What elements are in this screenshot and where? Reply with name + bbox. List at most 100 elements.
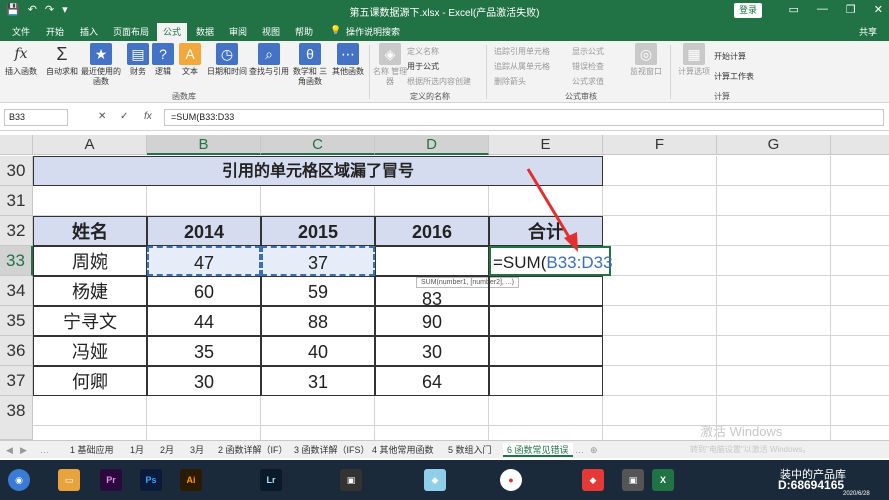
add-sheet-icon[interactable]: ⊕	[590, 443, 598, 457]
select-all-corner[interactable]	[0, 135, 33, 155]
table-cell[interactable]: 44	[147, 306, 261, 336]
lightroom-icon[interactable]: Lr	[260, 469, 282, 491]
tab-file[interactable]: 文件	[12, 25, 30, 38]
film-icon[interactable]: ▣	[340, 469, 362, 491]
table-cell[interactable]: 30	[147, 366, 261, 396]
tab-view[interactable]: 视图	[262, 25, 280, 38]
sheet-tab[interactable]: 2月	[160, 443, 174, 457]
table-cell[interactable]	[489, 306, 603, 336]
define-name-button[interactable]: 定义名称	[407, 46, 439, 57]
table-cell[interactable]: 37	[261, 246, 375, 276]
create-from-selection-button[interactable]: 根据所选内容创建	[407, 76, 471, 87]
table-cell[interactable]	[489, 276, 603, 306]
share-button[interactable]: 共享	[859, 25, 877, 38]
sheet-tab[interactable]: 3月	[190, 443, 204, 457]
name-box[interactable]: B33	[4, 109, 68, 126]
column-header[interactable]: F	[603, 135, 717, 155]
row-header[interactable]: 30	[0, 156, 33, 186]
sheet-tab[interactable]: 5 数组入门	[448, 443, 492, 457]
table-cell[interactable]	[489, 336, 603, 366]
table-cell[interactable]: 88	[261, 306, 375, 336]
name-manager-button[interactable]: ◈ 名称 管理器	[372, 43, 408, 87]
cancel-icon[interactable]: ✕	[98, 111, 106, 122]
use-in-formula-button[interactable]: 用于公式	[407, 61, 439, 72]
row-header[interactable]: 34	[0, 276, 33, 306]
column-header[interactable]: B	[147, 135, 261, 155]
header-cell[interactable]: 2014	[147, 216, 261, 246]
row-header[interactable]: 36	[0, 336, 33, 366]
sheet-tab-active[interactable]: 6 函数常见错误	[503, 443, 573, 457]
tab-formulas[interactable]: 公式	[157, 23, 188, 41]
watch-window-button[interactable]: ◎ 监视窗口	[626, 43, 666, 77]
photoshop-icon[interactable]: Ps	[140, 469, 162, 491]
table-cell[interactable]: 冯娅	[33, 336, 147, 366]
tab-insert[interactable]: 插入	[80, 25, 98, 38]
table-cell[interactable]: 90	[375, 306, 489, 336]
app-icon[interactable]: ▣	[622, 469, 644, 491]
formula-input[interactable]: =SUM(B33:D33	[164, 109, 884, 126]
sheet-tab[interactable]: 4 其他常用函数	[372, 443, 434, 457]
table-cell[interactable]: 31	[261, 366, 375, 396]
column-header[interactable]: A	[33, 135, 147, 155]
header-cell[interactable]: 2015	[261, 216, 375, 246]
calc-sheet-button[interactable]: 计算工作表	[714, 71, 754, 82]
column-header[interactable]: G	[717, 135, 831, 155]
trace-precedents-button[interactable]: 追踪引用单元格	[494, 46, 550, 57]
show-formulas-button[interactable]: 显示公式	[572, 46, 604, 57]
more-sheets-icon[interactable]: …	[40, 443, 49, 457]
table-cell[interactable]	[375, 246, 489, 276]
table-cell[interactable]: 周婉	[33, 246, 147, 276]
header-cell[interactable]: 姓名	[33, 216, 147, 246]
column-header[interactable]: D	[375, 135, 489, 155]
table-cell[interactable]: 64	[375, 366, 489, 396]
column-header[interactable]: C	[261, 135, 375, 155]
row-header[interactable]: 32	[0, 216, 33, 246]
tab-help[interactable]: 帮助	[295, 25, 313, 38]
tab-home[interactable]: 开始	[46, 25, 64, 38]
evaluate-formula-button[interactable]: 公式求值	[572, 76, 604, 87]
column-header[interactable]: E	[489, 135, 603, 155]
table-cell[interactable]	[489, 366, 603, 396]
table-cell[interactable]: 83	[375, 276, 489, 306]
start-icon[interactable]: ◉	[8, 469, 30, 491]
text-button[interactable]: A 文本	[172, 43, 208, 77]
insert-function-button[interactable]: fx 插入函数	[3, 43, 39, 77]
table-title-cell[interactable]: 引用的单元格区域漏了冒号	[33, 156, 603, 186]
sheet-tab[interactable]: 1 基础应用	[70, 443, 114, 457]
minimize-icon[interactable]: —	[817, 3, 828, 16]
ribbon-display-icon[interactable]: ▭	[789, 3, 799, 16]
app-icon[interactable]: ◆	[582, 469, 604, 491]
math-button[interactable]: θ 数学和 三角函数	[290, 43, 330, 87]
more-functions-button[interactable]: ⋯ 其他函数	[328, 43, 368, 77]
next-sheet-icon[interactable]: ▶	[20, 443, 27, 457]
login-button[interactable]: 登录	[734, 3, 762, 18]
calc-options-button[interactable]: ▦ 计算选项	[674, 43, 714, 77]
restore-icon[interactable]: ❐	[846, 3, 856, 16]
calc-now-button[interactable]: 开始计算	[714, 51, 746, 62]
table-cell[interactable]: 60	[147, 276, 261, 306]
prev-sheet-icon[interactable]: ◀	[6, 443, 13, 457]
sheet-tab[interactable]: 2 函数详解（IF）	[218, 443, 288, 457]
table-cell[interactable]: 宁寻文	[33, 306, 147, 336]
tell-me-search[interactable]: 操作说明搜索	[346, 25, 400, 38]
illustrator-icon[interactable]: Ai	[180, 469, 202, 491]
lookup-button[interactable]: ⌕ 查找与引用	[248, 43, 290, 77]
premiere-icon[interactable]: Pr	[100, 469, 122, 491]
autosum-button[interactable]: Σ 自动求和	[44, 43, 80, 77]
folder-icon[interactable]: ▭	[58, 469, 80, 491]
tab-page-layout[interactable]: 页面布局	[113, 25, 149, 38]
trace-dependents-button[interactable]: 追踪从属单元格	[494, 61, 550, 72]
row-header[interactable]: 38	[0, 396, 33, 440]
table-cell[interactable]: 40	[261, 336, 375, 366]
table-cell[interactable]: 30	[375, 336, 489, 366]
table-cell[interactable]: 35	[147, 336, 261, 366]
excel-icon[interactable]: X	[652, 469, 674, 491]
tab-data[interactable]: 数据	[196, 25, 214, 38]
close-icon[interactable]: ✕	[874, 3, 883, 16]
sheet-tab[interactable]: 3 函数详解（IFS）	[294, 443, 370, 457]
fx-icon[interactable]: fx	[144, 111, 152, 122]
table-cell[interactable]: 何卿	[33, 366, 147, 396]
chrome-icon[interactable]: ●	[500, 469, 522, 491]
more-sheets-icon[interactable]: …	[575, 443, 584, 457]
table-cell[interactable]: 杨婕	[33, 276, 147, 306]
